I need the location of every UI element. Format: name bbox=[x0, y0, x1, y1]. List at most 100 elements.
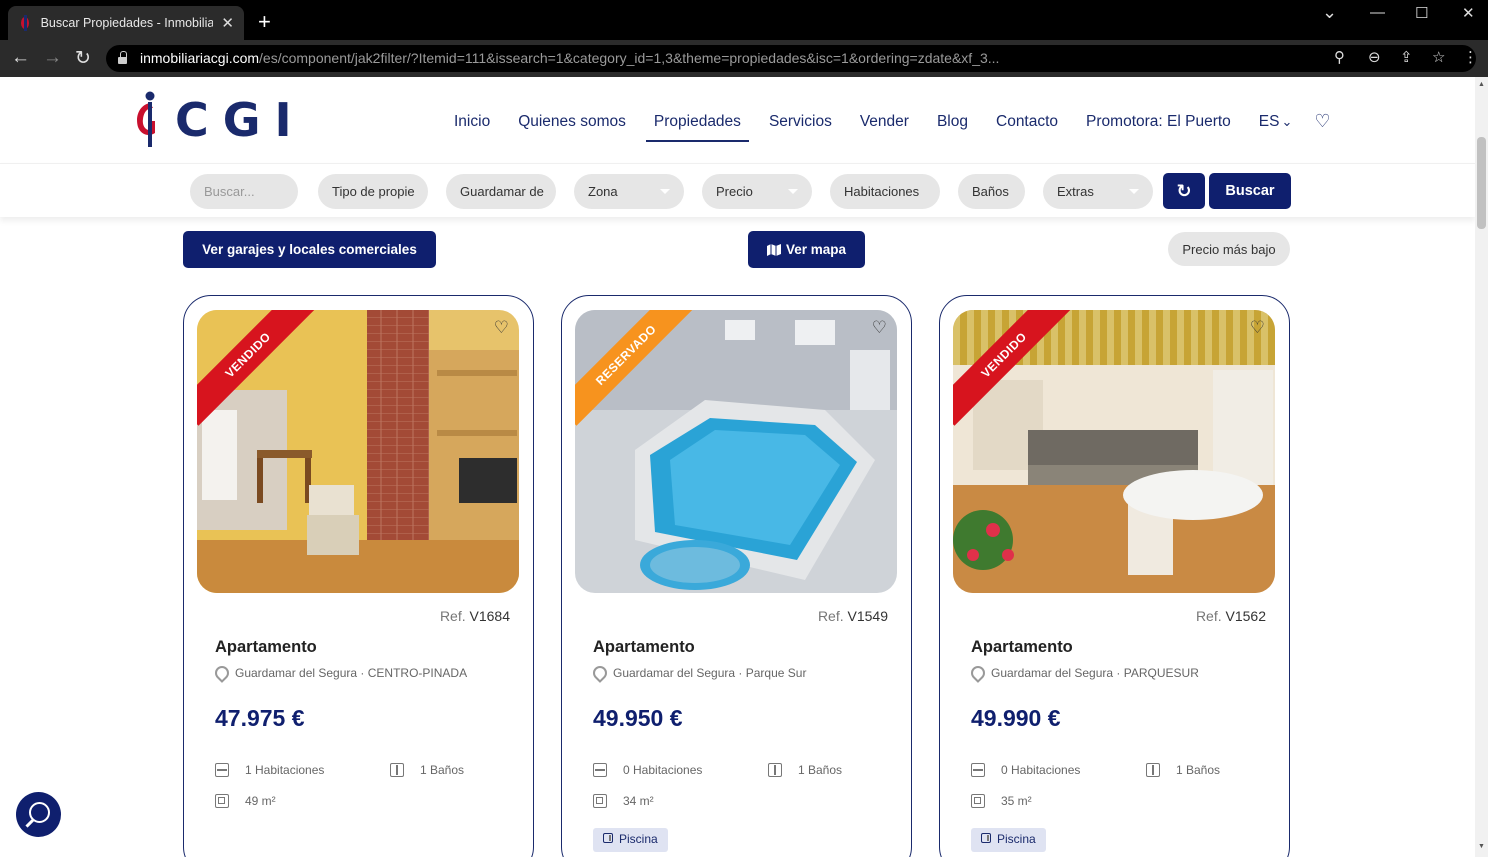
rooms-feature: 1 Habitaciones bbox=[215, 763, 324, 777]
minimize-icon[interactable]: — bbox=[1370, 4, 1385, 21]
logo-mark-icon bbox=[137, 91, 155, 147]
favorite-heart-icon[interactable]: ♡ bbox=[494, 318, 509, 338]
tab-search-dropdown-icon[interactable]: ⌄ bbox=[1322, 2, 1337, 23]
search-page-icon[interactable]: ⚲ bbox=[1334, 48, 1345, 66]
extras-select[interactable]: Extras bbox=[1043, 174, 1153, 209]
language-selector[interactable]: ES ⌄ bbox=[1259, 113, 1293, 131]
share-icon[interactable]: ⇪ bbox=[1400, 48, 1413, 66]
bookmark-star-icon[interactable]: ☆ bbox=[1432, 48, 1445, 66]
area-icon bbox=[971, 794, 985, 808]
url-host: inmobiliariacgi.com bbox=[140, 50, 260, 66]
scroll-thumb[interactable] bbox=[1477, 137, 1486, 229]
nav-inicio[interactable]: Inicio bbox=[454, 113, 490, 131]
scroll-up-icon[interactable]: ▲ bbox=[1478, 81, 1485, 88]
amenity-label: Piscina bbox=[997, 832, 1036, 846]
property-card[interactable]: VENDIDO ♡ Ref. V1562 Apartamento Guardam… bbox=[939, 295, 1290, 857]
baths-select[interactable]: Baños bbox=[958, 174, 1025, 209]
favorite-heart-icon[interactable]: ♡ bbox=[1250, 318, 1265, 338]
property-type[interactable]: Apartamento bbox=[215, 638, 317, 657]
new-tab-icon[interactable]: + bbox=[258, 9, 271, 35]
property-price: 49.950 € bbox=[593, 705, 683, 731]
zoom-icon[interactable]: ⊖ bbox=[1368, 48, 1381, 66]
baths-text: 1 Baños bbox=[1176, 763, 1221, 777]
url-text: inmobiliariacgi.com/es/component/jak2fil… bbox=[140, 50, 999, 66]
nav-propiedades[interactable]: Propiedades bbox=[645, 113, 749, 142]
map-button-label: Ver mapa bbox=[785, 242, 847, 257]
rooms-select[interactable]: Habitaciones bbox=[830, 174, 940, 209]
area-text: 35 m² bbox=[1001, 794, 1032, 808]
address-bar[interactable]: inmobiliariacgi.com/es/component/jak2fil… bbox=[106, 45, 1476, 72]
scroll-down-icon[interactable]: ▼ bbox=[1478, 843, 1485, 850]
main-nav: Inicio Quienes somos Propiedades Servici… bbox=[454, 111, 1331, 142]
sort-select[interactable]: Precio más bajo bbox=[1168, 232, 1290, 266]
wishlist-heart-icon[interactable]: ♡ bbox=[1314, 111, 1330, 132]
zone-label: Zona bbox=[588, 184, 618, 199]
property-photo[interactable]: RESERVADO ♡ bbox=[575, 310, 897, 593]
area-icon bbox=[593, 794, 607, 808]
baths-feature: 1 Baños bbox=[768, 763, 842, 777]
property-ref: Ref. V1549 bbox=[818, 608, 888, 624]
amenity-tag-pool: Piscina bbox=[971, 828, 1046, 852]
lock-icon bbox=[118, 51, 127, 64]
bath-icon bbox=[390, 763, 404, 777]
nav-servicios[interactable]: Servicios bbox=[769, 113, 832, 131]
status-ribbon: RESERVADO bbox=[575, 310, 695, 430]
property-card[interactable]: VENDIDO ♡ Ref. V1684 Apartamento Guardam… bbox=[183, 295, 534, 857]
property-type-select[interactable]: Tipo de propie bbox=[318, 174, 428, 209]
rooms-text: 0 Habitaciones bbox=[623, 763, 703, 777]
filter-bar: Buscar... Tipo de propie Guardamar de Zo… bbox=[0, 163, 1475, 217]
area-feature: 49 m² bbox=[215, 794, 276, 808]
favorite-heart-icon[interactable]: ♡ bbox=[872, 318, 887, 338]
status-ribbon: VENDIDO bbox=[197, 310, 317, 430]
property-type[interactable]: Apartamento bbox=[593, 638, 695, 657]
browser-menu-icon[interactable]: ⋮ bbox=[1463, 48, 1478, 66]
bed-icon bbox=[215, 763, 229, 777]
logo-wordmark: CGI bbox=[175, 93, 306, 147]
property-photo[interactable]: VENDIDO ♡ bbox=[953, 310, 1275, 593]
price-label: Precio bbox=[716, 184, 753, 199]
garages-locales-button[interactable]: Ver garajes y locales comerciales bbox=[183, 231, 436, 268]
page-scrollbar[interactable]: ▲ ▼ bbox=[1475, 77, 1488, 857]
baths-feature: 1 Baños bbox=[390, 763, 464, 777]
ref-label: Ref. bbox=[817, 608, 844, 624]
reset-filters-button[interactable]: ↻ bbox=[1163, 173, 1205, 209]
location-text: Guardamar del Segura · Parque Sur bbox=[613, 666, 807, 680]
baths-feature: 1 Baños bbox=[1146, 763, 1220, 777]
site-logo[interactable]: CGI bbox=[133, 91, 353, 149]
property-location: Guardamar del Segura · PARQUESUR bbox=[971, 666, 1199, 680]
chevron-down-icon: ⌄ bbox=[1281, 113, 1293, 129]
nav-blog[interactable]: Blog bbox=[937, 113, 968, 131]
restore-icon[interactable]: ☐ bbox=[1415, 4, 1428, 22]
location-select[interactable]: Guardamar de bbox=[446, 174, 556, 209]
property-photo[interactable]: VENDIDO ♡ bbox=[197, 310, 519, 593]
rooms-feature: 0 Habitaciones bbox=[971, 763, 1080, 777]
nav-contacto[interactable]: Contacto bbox=[996, 113, 1058, 131]
property-price: 47.975 € bbox=[215, 705, 305, 731]
tab-close-icon[interactable]: ✕ bbox=[221, 14, 234, 32]
area-text: 49 m² bbox=[245, 794, 276, 808]
nav-promotora[interactable]: Promotora: El Puerto bbox=[1086, 113, 1231, 131]
bed-icon bbox=[971, 763, 985, 777]
search-input[interactable]: Buscar... bbox=[190, 174, 298, 209]
zone-select[interactable]: Zona bbox=[574, 174, 684, 209]
pool-icon bbox=[981, 833, 991, 843]
floating-search-button[interactable] bbox=[16, 792, 61, 837]
map-button[interactable]: Ver mapa bbox=[748, 231, 865, 268]
search-button[interactable]: Buscar bbox=[1209, 173, 1291, 209]
ref-code: V1684 bbox=[469, 608, 510, 624]
property-card[interactable]: RESERVADO ♡ Ref. V1549 Apartamento Guard… bbox=[561, 295, 912, 857]
back-icon[interactable]: ← bbox=[11, 47, 30, 69]
price-select[interactable]: Precio bbox=[702, 174, 812, 209]
property-location: Guardamar del Segura · CENTRO-PINADA bbox=[215, 666, 467, 680]
status-label: VENDIDO bbox=[197, 310, 317, 426]
forward-icon[interactable]: → bbox=[43, 47, 62, 69]
nav-vender[interactable]: Vender bbox=[860, 113, 909, 131]
reload-icon[interactable]: ↻ bbox=[75, 47, 91, 70]
amenity-tag-pool: Piscina bbox=[593, 828, 668, 852]
nav-quienes-somos[interactable]: Quienes somos bbox=[518, 113, 626, 131]
browser-tab[interactable]: Buscar Propiedades - Inmobiliaria CGI ✕ bbox=[8, 6, 244, 40]
property-type[interactable]: Apartamento bbox=[971, 638, 1073, 657]
ref-code: V1549 bbox=[847, 608, 888, 624]
window-close-icon[interactable]: ✕ bbox=[1462, 4, 1475, 22]
area-text: 34 m² bbox=[623, 794, 654, 808]
